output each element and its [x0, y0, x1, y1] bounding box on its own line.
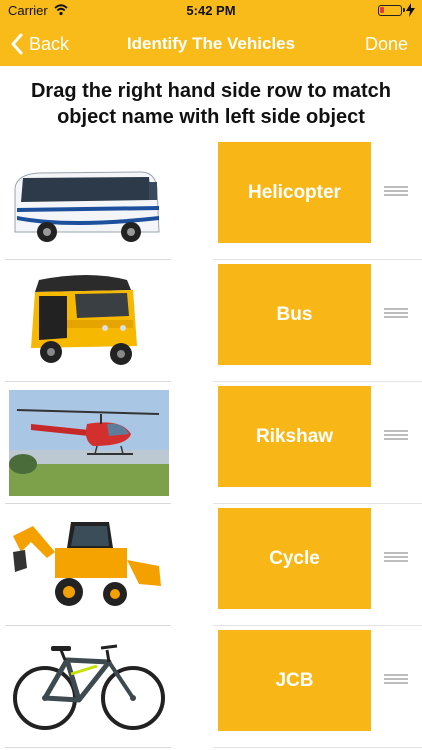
vehicle-cell: [5, 138, 171, 260]
instructions-text: Drag the right hand side row to match ob…: [30, 80, 392, 128]
match-row: Helicopter: [0, 138, 422, 260]
drag-handle-icon[interactable]: [384, 552, 408, 562]
answer-tile[interactable]: JCB: [218, 630, 371, 731]
clock: 5:42 PM: [186, 3, 236, 18]
vehicle-cell: [5, 382, 171, 504]
match-row: JCB: [0, 626, 422, 748]
drag-handle-icon[interactable]: [384, 674, 408, 684]
answer-tile[interactable]: Rikshaw: [218, 386, 371, 487]
drag-handle-icon[interactable]: [384, 308, 408, 318]
auto-rickshaw-image: [31, 275, 137, 365]
drag-handle-icon[interactable]: [384, 430, 408, 440]
charging-icon: [406, 3, 415, 17]
vehicle-cell: [5, 626, 171, 748]
vehicle-cell: [5, 504, 171, 626]
match-row: Rikshaw: [0, 382, 422, 504]
drag-handle-icon[interactable]: [384, 186, 408, 196]
status-bar: Carrier 5:42 PM: [0, 0, 422, 22]
bus-image: [14, 171, 160, 242]
page-title: Identify The Vehicles: [126, 34, 296, 53]
bicycle-image: [13, 644, 165, 730]
answer-tile[interactable]: Cycle: [218, 508, 371, 609]
battery-icon: [378, 5, 405, 16]
jcb-image: [13, 522, 161, 606]
vehicle-cell: [5, 260, 171, 382]
match-row: Bus: [0, 260, 422, 382]
navigation-bar: Back Identify The Vehicles Done: [0, 22, 422, 66]
match-row: Cycle: [0, 504, 422, 626]
done-button[interactable]: Done: [365, 34, 408, 55]
helicopter-image: [9, 390, 169, 496]
answer-tile[interactable]: Helicopter: [218, 142, 371, 243]
answer-tile[interactable]: Bus: [218, 264, 371, 365]
